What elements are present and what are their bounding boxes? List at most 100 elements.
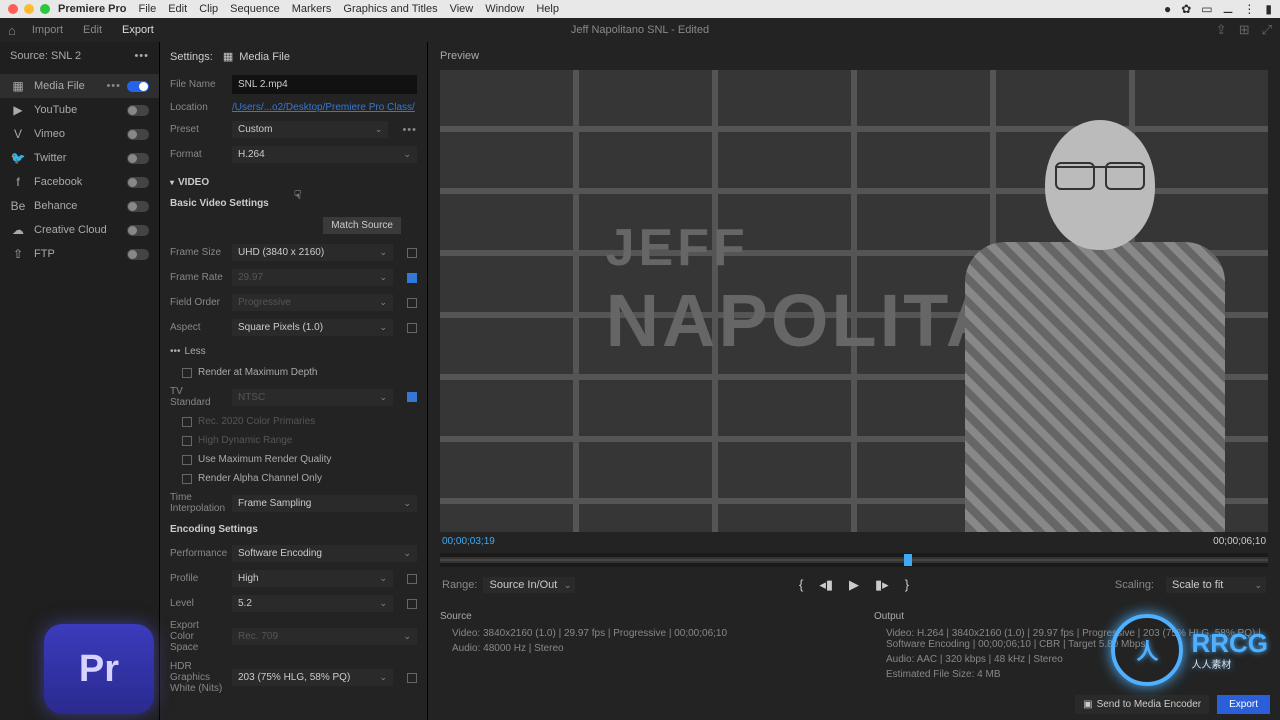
fullscreen-icon[interactable]: ⤢ bbox=[1262, 22, 1272, 38]
dest-toggle[interactable] bbox=[127, 105, 149, 116]
destination-facebook[interactable]: f Facebook bbox=[0, 170, 159, 194]
dest-icon: ⇧ bbox=[10, 247, 26, 261]
close-dot[interactable] bbox=[8, 4, 18, 14]
tab-edit[interactable]: Edit bbox=[83, 24, 102, 36]
field-order-match-check[interactable] bbox=[407, 298, 417, 308]
range-select[interactable]: Source In/Out⌄ bbox=[483, 577, 575, 593]
menu-edit[interactable]: Edit bbox=[168, 3, 187, 15]
dest-toggle[interactable] bbox=[127, 153, 149, 164]
aspect-match-check[interactable] bbox=[407, 323, 417, 333]
mark-in-icon[interactable]: { bbox=[799, 577, 803, 593]
tab-import[interactable]: Import bbox=[32, 24, 63, 36]
profile-match-check[interactable] bbox=[407, 574, 417, 584]
dest-toggle[interactable] bbox=[127, 249, 149, 260]
current-timecode[interactable]: 00;00;03;19 bbox=[442, 536, 495, 547]
workspace-icon[interactable]: ⊞ bbox=[1239, 22, 1250, 38]
destination-ftp[interactable]: ⇧ FTP bbox=[0, 242, 159, 266]
level-select[interactable]: 5.2⌄ bbox=[232, 595, 393, 612]
person-figure bbox=[955, 102, 1235, 532]
less-toggle[interactable]: •••Less bbox=[160, 340, 427, 363]
dest-label: Media File bbox=[34, 80, 106, 92]
file-name-input[interactable] bbox=[232, 75, 417, 94]
max-dot[interactable] bbox=[40, 4, 50, 14]
send-to-media-encoder-button[interactable]: ▣Send to Media Encoder bbox=[1075, 695, 1209, 714]
dest-label: Behance bbox=[34, 200, 127, 212]
preview-viewport[interactable]: JEFF NAPOLITANO bbox=[440, 70, 1268, 532]
format-select[interactable]: H.264⌄ bbox=[232, 146, 417, 163]
rec2020-label: Rec. 2020 Color Primaries bbox=[198, 416, 315, 427]
alpha-only-label: Render Alpha Channel Only bbox=[198, 473, 322, 484]
dest-toggle[interactable] bbox=[127, 225, 149, 236]
location-link[interactable]: /Users/...o2/Desktop/Premiere Pro Class/ bbox=[232, 102, 415, 113]
cc-icon[interactable]: ✿ bbox=[1181, 2, 1191, 16]
display-icon[interactable]: ▭ bbox=[1201, 2, 1212, 16]
menu-window[interactable]: Window bbox=[485, 3, 524, 15]
alpha-only-check[interactable] bbox=[182, 474, 192, 484]
tv-standard-match-check[interactable] bbox=[407, 392, 417, 402]
dest-toggle[interactable] bbox=[127, 177, 149, 188]
destination-vimeo[interactable]: V Vimeo bbox=[0, 122, 159, 146]
wifi-icon[interactable]: ⋮ bbox=[1243, 2, 1255, 16]
menu-sequence[interactable]: Sequence bbox=[230, 3, 280, 15]
destination-twitter[interactable]: 🐦 Twitter bbox=[0, 146, 159, 170]
field-order-label: Field Order bbox=[170, 297, 224, 308]
menu-view[interactable]: View bbox=[450, 3, 474, 15]
frame-size-match-check[interactable] bbox=[407, 248, 417, 258]
preview-header: Preview bbox=[428, 42, 1280, 70]
performance-label: Performance bbox=[170, 548, 224, 559]
step-fwd-icon[interactable]: ▮▸ bbox=[875, 577, 889, 593]
destination-creative-cloud[interactable]: ☁ Creative Cloud bbox=[0, 218, 159, 242]
dest-toggle[interactable] bbox=[127, 129, 149, 140]
export-button[interactable]: Export bbox=[1217, 695, 1270, 714]
menu-file[interactable]: File bbox=[138, 3, 156, 15]
time-interp-select[interactable]: Frame Sampling⌄ bbox=[232, 495, 417, 512]
play-icon[interactable]: ▶ bbox=[849, 577, 859, 593]
record-icon[interactable]: ● bbox=[1164, 2, 1171, 16]
dest-label: Twitter bbox=[34, 152, 127, 164]
dest-toggle[interactable] bbox=[127, 81, 149, 92]
hdr-check bbox=[182, 436, 192, 446]
caret-down-icon[interactable]: ▾ bbox=[170, 178, 174, 187]
hdr-white-match-check[interactable] bbox=[407, 673, 417, 683]
menu-app[interactable]: Premiere Pro bbox=[58, 3, 126, 15]
dest-more-icon[interactable]: ••• bbox=[106, 80, 121, 92]
dest-toggle[interactable] bbox=[127, 201, 149, 212]
quick-export-icon[interactable]: ⇪ bbox=[1216, 22, 1227, 38]
menu-help[interactable]: Help bbox=[536, 3, 559, 15]
profile-select[interactable]: High⌄ bbox=[232, 570, 393, 587]
frame-rate-match-check[interactable] bbox=[407, 273, 417, 283]
source-name[interactable]: SNL 2 bbox=[51, 50, 81, 62]
source-menu-icon[interactable]: ••• bbox=[134, 50, 149, 62]
battery-icon[interactable]: ▮ bbox=[1265, 2, 1272, 16]
min-dot[interactable] bbox=[24, 4, 34, 14]
destination-media-file[interactable]: ▦ Media File ••• bbox=[0, 74, 159, 98]
mark-out-icon[interactable]: } bbox=[905, 577, 909, 593]
scrub-bar[interactable] bbox=[440, 553, 1268, 567]
match-source-button[interactable]: Match Source bbox=[323, 217, 401, 234]
scaling-select[interactable]: Scale to fit⌄ bbox=[1166, 577, 1266, 593]
hdr-white-select[interactable]: 203 (75% HLG, 58% PQ)⌄ bbox=[232, 669, 393, 686]
playhead[interactable] bbox=[904, 554, 912, 566]
menu-markers[interactable]: Markers bbox=[292, 3, 332, 15]
level-match-check[interactable] bbox=[407, 599, 417, 609]
home-icon[interactable]: ⌂ bbox=[8, 23, 16, 38]
workspace-bar: ⌂ Import Edit Export Jeff Napolitano SNL… bbox=[0, 18, 1280, 42]
menu-graphics[interactable]: Graphics and Titles bbox=[343, 3, 437, 15]
max-quality-check[interactable] bbox=[182, 455, 192, 465]
frame-size-select[interactable]: UHD (3840 x 2160)⌄ bbox=[232, 244, 393, 261]
aspect-select[interactable]: Square Pixels (1.0)⌄ bbox=[232, 319, 393, 336]
render-max-depth-check[interactable] bbox=[182, 368, 192, 378]
tab-export[interactable]: Export bbox=[122, 24, 154, 36]
performance-select[interactable]: Software Encoding⌄ bbox=[232, 545, 417, 562]
window-title: Jeff Napolitano SNL - Edited bbox=[571, 24, 709, 36]
preset-more-icon[interactable]: ••• bbox=[402, 124, 417, 136]
bluetooth-icon[interactable]: ⚊ bbox=[1223, 2, 1234, 16]
max-quality-label: Use Maximum Render Quality bbox=[198, 454, 331, 465]
step-back-icon[interactable]: ◂▮ bbox=[819, 577, 833, 593]
destination-behance[interactable]: Be Behance bbox=[0, 194, 159, 218]
settings-media-file: Media File bbox=[239, 51, 290, 63]
menu-clip[interactable]: Clip bbox=[199, 3, 218, 15]
preset-select[interactable]: Custom⌄ bbox=[232, 121, 388, 138]
video-section-header[interactable]: VIDEO bbox=[178, 177, 209, 188]
destination-youtube[interactable]: ▶ YouTube bbox=[0, 98, 159, 122]
